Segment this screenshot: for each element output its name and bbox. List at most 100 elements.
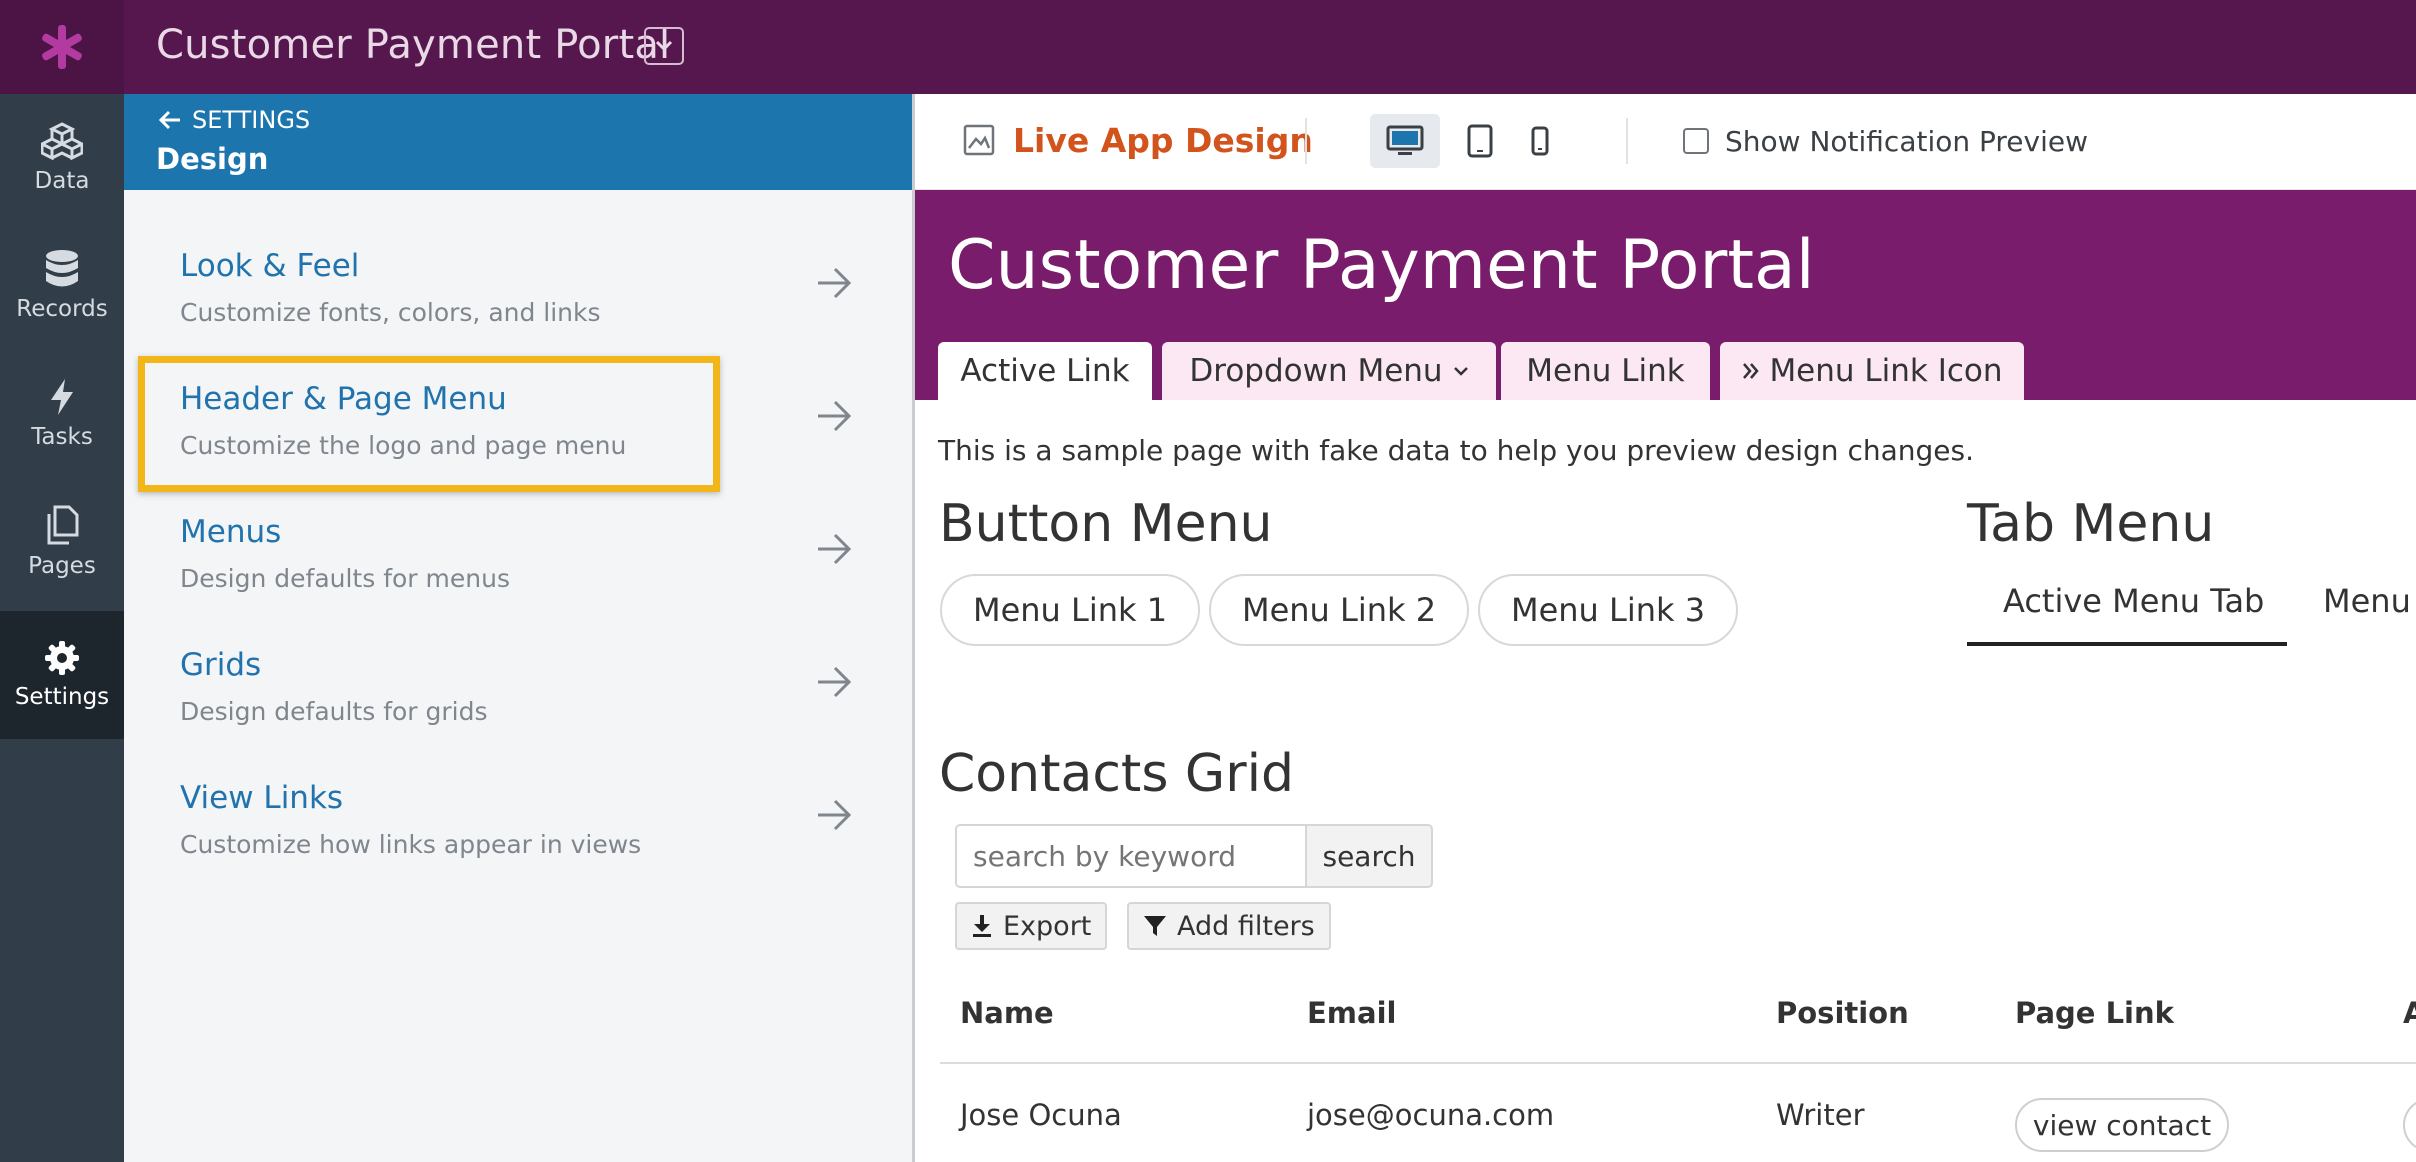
table-header-rule	[940, 1062, 2416, 1064]
tab-label: Active Link	[960, 353, 1130, 389]
nav-item-records[interactable]: Records	[0, 222, 124, 350]
column-header-position[interactable]: Position	[1776, 996, 1909, 1030]
app-header: Customer Payment Portal Active Link Drop…	[915, 190, 2416, 400]
toolbar-divider	[1626, 118, 1628, 164]
setting-description: Design defaults for grids	[180, 697, 488, 726]
search-input[interactable]	[955, 824, 1307, 888]
nav-item-settings[interactable]: Settings	[0, 611, 124, 739]
chevron-down-icon	[1453, 367, 1468, 376]
notification-preview-checkbox[interactable]	[1683, 128, 1709, 154]
back-to-settings-link[interactable]: SETTINGS	[158, 106, 310, 134]
asterisk-logo-icon	[42, 25, 82, 69]
column-header-page-link[interactable]: Page Link	[2015, 996, 2174, 1030]
setting-title: View Links	[180, 780, 344, 816]
app-header-title: Customer Payment Portal	[948, 226, 1815, 305]
nav-label: Settings	[14, 684, 110, 710]
tab-menu-link[interactable]: Menu Link	[1501, 342, 1710, 400]
settings-list: Look & Feel Customize fonts, colors, and…	[124, 190, 912, 1162]
image-icon	[963, 124, 995, 156]
download-icon	[973, 915, 991, 937]
setting-grids[interactable]: Grids Design defaults for grids	[180, 639, 880, 749]
desktop-view-button[interactable]	[1370, 114, 1440, 168]
filter-icon	[1144, 916, 1166, 936]
arrow-right-icon	[818, 666, 852, 698]
settings-header: SETTINGS Design	[124, 94, 912, 190]
button-menu-link-3[interactable]: Menu Link 3	[1478, 574, 1738, 646]
tab-menu-title: Tab Menu	[1967, 494, 2215, 554]
contacts-grid-title: Contacts Grid	[939, 744, 1295, 804]
tablet-icon	[1467, 124, 1493, 158]
export-label: Export	[1003, 910, 1092, 942]
top-bar: Customer Payment Portal	[0, 0, 2416, 94]
notification-preview-label[interactable]: Show Notification Preview	[1725, 125, 2088, 158]
database-icon	[46, 250, 78, 287]
nav-label: Records	[16, 296, 108, 322]
gear-icon	[45, 641, 79, 675]
arrow-right-icon	[818, 400, 852, 432]
cell-position: Writer	[1776, 1098, 1865, 1132]
nav-label: Data	[34, 168, 90, 194]
setting-description: Customize how links appear in views	[180, 830, 642, 859]
arrow-left-icon	[158, 110, 180, 130]
pages-icon	[47, 505, 79, 545]
live-app-design-title: Live App Design	[1013, 121, 1313, 160]
bolt-icon	[51, 379, 73, 415]
search-button[interactable]: search	[1305, 824, 1433, 888]
tab-menu-tab[interactable]: Menu	[2323, 582, 2411, 620]
button-menu-link-1[interactable]: Menu Link 1	[940, 574, 1200, 646]
tab-label: Menu Link Icon	[1769, 353, 2003, 389]
tab-label: Dropdown Menu	[1189, 353, 1443, 389]
nav-item-data[interactable]: Data	[0, 94, 124, 222]
export-button[interactable]: Export	[955, 902, 1108, 950]
button-menu-link-2[interactable]: Menu Link 2	[1209, 574, 1469, 646]
setting-menus[interactable]: Menus Design defaults for menus	[180, 506, 880, 616]
tab-menu-link-icon[interactable]: Menu Link Icon	[1720, 342, 2024, 400]
back-label: SETTINGS	[192, 106, 311, 134]
logo[interactable]	[0, 0, 124, 94]
nav-label: Tasks	[31, 424, 93, 450]
row-action-button[interactable]	[2403, 1098, 2416, 1152]
column-header-partial[interactable]: A	[2403, 996, 2416, 1030]
mobile-icon	[1531, 126, 1549, 156]
setting-description: Customize fonts, colors, and links	[180, 298, 601, 327]
button-menu-title: Button Menu	[939, 494, 1273, 554]
tab-active-link[interactable]: Active Link	[938, 342, 1152, 400]
arrow-right-icon	[818, 799, 852, 831]
app-switcher-button[interactable]	[644, 27, 684, 65]
left-nav: Data Records Tasks Pages Settings	[0, 94, 124, 1162]
setting-title: Grids	[180, 647, 262, 683]
tab-menu-active-tab[interactable]: Active Menu Tab	[2003, 582, 2264, 620]
column-header-name[interactable]: Name	[960, 996, 1054, 1030]
arrow-right-icon	[818, 533, 852, 565]
cell-name: Jose Ocuna	[960, 1098, 1122, 1132]
active-tab-underline	[1967, 642, 2287, 646]
tab-label: Menu Link	[1526, 353, 1685, 389]
app-title: Customer Payment Portal	[156, 22, 671, 68]
app-preview: Customer Payment Portal Active Link Drop…	[915, 190, 2416, 1162]
nav-label: Pages	[28, 553, 96, 579]
chevron-down-icon	[655, 40, 673, 52]
column-header-email[interactable]: Email	[1307, 996, 1396, 1030]
highlight-box	[138, 356, 720, 492]
view-contact-button[interactable]: view contact	[2015, 1098, 2229, 1152]
cubes-icon	[41, 122, 83, 160]
setting-title: Look & Feel	[180, 248, 360, 284]
arrow-right-icon	[818, 267, 852, 299]
nav-item-pages[interactable]: Pages	[0, 478, 124, 606]
setting-look-and-feel[interactable]: Look & Feel Customize fonts, colors, and…	[180, 240, 880, 350]
preview-toolbar: Live App Design Show Notification Previe…	[915, 94, 2416, 190]
setting-description: Design defaults for menus	[180, 564, 510, 593]
nav-item-tasks[interactable]: Tasks	[0, 350, 124, 478]
cell-email: jose@ocuna.com	[1307, 1098, 1555, 1132]
add-filters-button[interactable]: Add filters	[1127, 902, 1331, 950]
double-chevron-right-icon	[1743, 363, 1760, 379]
setting-view-links[interactable]: View Links Customize how links appear in…	[180, 772, 880, 882]
mobile-view-button[interactable]	[1505, 114, 1575, 168]
setting-title: Menus	[180, 514, 282, 550]
toolbar-divider	[1305, 118, 1307, 164]
desktop-icon	[1386, 125, 1424, 155]
add-filters-label: Add filters	[1177, 910, 1315, 942]
settings-title: Design	[156, 142, 269, 176]
sample-page-text: This is a sample page with fake data to …	[938, 434, 1974, 467]
tab-dropdown-menu[interactable]: Dropdown Menu	[1162, 342, 1496, 400]
